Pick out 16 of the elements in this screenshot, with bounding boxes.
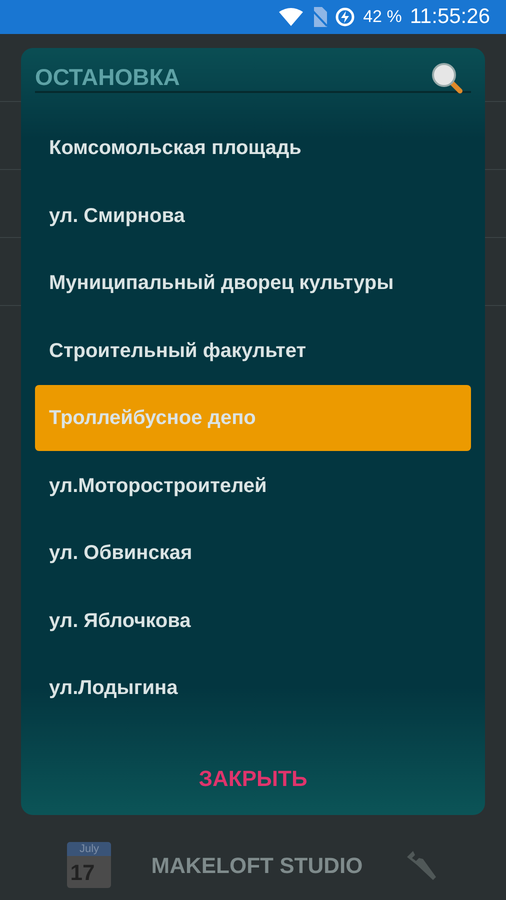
wifi-icon xyxy=(279,8,304,26)
stop-item[interactable]: Комсомольская площадь xyxy=(35,115,471,181)
stop-item[interactable]: Строительный факультет xyxy=(35,318,471,384)
stop-item[interactable]: ул. Смирнова xyxy=(35,182,471,248)
dialog-title: ОСТАНОВКА xyxy=(35,63,180,92)
stop-item[interactable]: ул.Лодыгина xyxy=(35,655,471,721)
stop-item[interactable]: ул. Обвинская xyxy=(35,520,471,586)
search-icon[interactable] xyxy=(431,62,463,94)
battery-charging-icon xyxy=(335,7,356,27)
stop-item[interactable]: ул.Моторостроителей xyxy=(35,452,471,518)
no-sim-icon xyxy=(311,7,328,27)
clock-time: 11:55:26 xyxy=(410,4,490,30)
stop-item[interactable]: ул. Яблочкова xyxy=(35,588,471,654)
stop-item[interactable]: Муниципальный дворец культуры xyxy=(35,250,471,316)
battery-percent: 42 % xyxy=(363,6,402,28)
brand-name: MAKELOFT STUDIO xyxy=(151,852,363,880)
